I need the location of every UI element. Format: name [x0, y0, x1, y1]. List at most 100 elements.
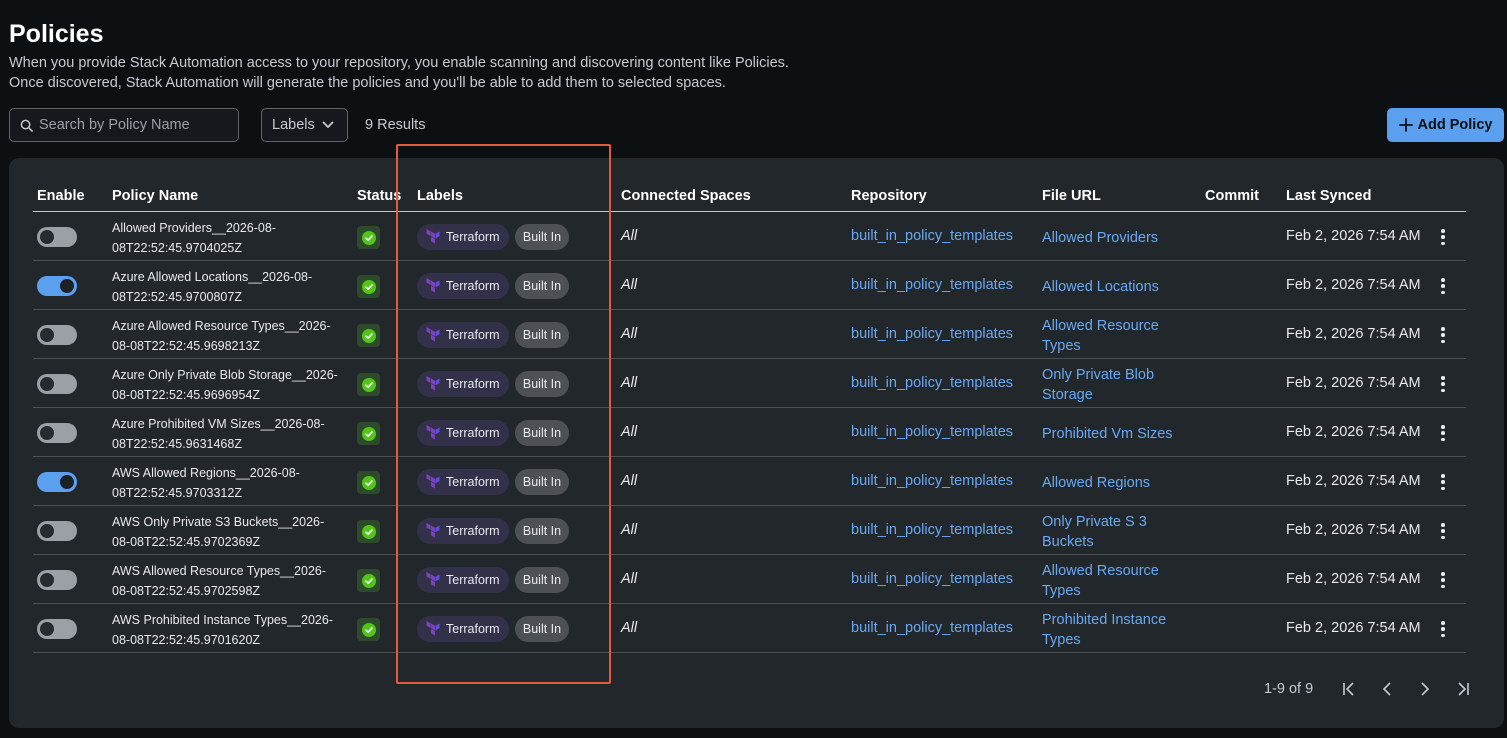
- search-icon: [20, 119, 33, 132]
- label-chip-text: Terraform: [446, 377, 500, 391]
- kebab-menu-icon[interactable]: [1438, 472, 1448, 492]
- label-chip-text: Built In: [522, 279, 562, 293]
- status-badge: [357, 226, 380, 249]
- toggle-knob: [40, 573, 54, 587]
- label-chip-terraform[interactable]: Terraform: [417, 224, 509, 250]
- file-url-line-1: Only Private S 3: [1042, 514, 1147, 530]
- policy-name-line-1: AWS Allowed Regions__2026-08-: [112, 466, 300, 480]
- label-chip-text: Built In: [522, 573, 562, 587]
- label-chip-terraform[interactable]: Terraform: [417, 420, 509, 446]
- label-chip-terraform[interactable]: Terraform: [417, 616, 509, 642]
- file-url-link[interactable]: Allowed Resource Types: [1042, 316, 1192, 356]
- label-chip-text: Terraform: [446, 426, 500, 440]
- label-chip-built-in[interactable]: Built In: [515, 469, 569, 495]
- kebab-menu-icon[interactable]: [1438, 570, 1448, 590]
- repository-link[interactable]: built_in_policy_templates: [851, 375, 1013, 391]
- label-chip-text: Built In: [522, 426, 562, 440]
- repository-link[interactable]: built_in_policy_templates: [851, 326, 1013, 342]
- file-url-line-2: Types: [1042, 338, 1081, 354]
- label-chip-built-in[interactable]: Built In: [515, 224, 569, 250]
- kebab-menu-icon[interactable]: [1438, 276, 1448, 296]
- file-url-link[interactable]: Prohibited Vm Sizes: [1042, 424, 1192, 444]
- kebab-menu-icon[interactable]: [1438, 619, 1448, 639]
- enable-toggle[interactable]: [37, 570, 77, 590]
- add-policy-button[interactable]: Add Policy: [1387, 108, 1504, 142]
- repository-link[interactable]: built_in_policy_templates: [851, 424, 1013, 440]
- enable-toggle[interactable]: [37, 374, 77, 394]
- search-input[interactable]: [39, 117, 229, 133]
- file-url-link[interactable]: Allowed Resource Types: [1042, 561, 1192, 601]
- file-url-link[interactable]: Allowed Locations: [1042, 277, 1192, 297]
- label-chip-terraform[interactable]: Terraform: [417, 518, 509, 544]
- policy-name-line-1: Azure Prohibited VM Sizes__2026-08-: [112, 417, 325, 431]
- policy-name-line-1: Azure Only Private Blob Storage__2026-: [112, 368, 338, 382]
- next-page-button[interactable]: [1415, 679, 1435, 699]
- kebab-menu-icon[interactable]: [1438, 325, 1448, 345]
- next-page-icon: [1421, 682, 1430, 696]
- enable-toggle[interactable]: [37, 276, 77, 296]
- kebab-menu-icon[interactable]: [1438, 227, 1448, 247]
- label-chip-built-in[interactable]: Built In: [515, 371, 569, 397]
- file-url-link[interactable]: Only Private S 3 Buckets: [1042, 512, 1192, 552]
- label-chip-terraform[interactable]: Terraform: [417, 273, 509, 299]
- policy-name-line-2: 08-08T22:52:45.9702369Z: [112, 535, 261, 549]
- search-box[interactable]: [9, 108, 239, 142]
- labels-filter-label: Labels: [272, 117, 315, 133]
- toggle-knob: [40, 377, 54, 391]
- kebab-menu-icon[interactable]: [1438, 374, 1448, 394]
- status-badge: [357, 569, 380, 592]
- terraform-icon: [426, 278, 440, 293]
- first-page-button[interactable]: [1339, 679, 1359, 699]
- labels-filter-dropdown[interactable]: Labels: [261, 108, 348, 142]
- col-repository[interactable]: Repository: [851, 188, 927, 204]
- terraform-icon: [426, 376, 440, 391]
- label-chip-terraform[interactable]: Terraform: [417, 567, 509, 593]
- kebab-menu-icon[interactable]: [1438, 423, 1448, 443]
- label-chip-text: Built In: [522, 475, 562, 489]
- label-chip-built-in[interactable]: Built In: [515, 322, 569, 348]
- prev-page-button[interactable]: [1377, 679, 1397, 699]
- col-enable[interactable]: Enable: [37, 188, 85, 204]
- col-policy-name[interactable]: Policy Name: [112, 188, 198, 204]
- policy-name-line-2: 08T22:52:45.9631468Z: [112, 437, 242, 451]
- col-connected-spaces[interactable]: Connected Spaces: [621, 188, 751, 204]
- label-chip-terraform[interactable]: Terraform: [417, 371, 509, 397]
- label-chip-built-in[interactable]: Built In: [515, 567, 569, 593]
- repository-link[interactable]: built_in_policy_templates: [851, 277, 1013, 293]
- enable-toggle[interactable]: [37, 472, 77, 492]
- last-page-button[interactable]: [1453, 679, 1473, 699]
- file-url-link[interactable]: Allowed Regions: [1042, 473, 1192, 493]
- enable-toggle[interactable]: [37, 325, 77, 345]
- label-chip-built-in[interactable]: Built In: [515, 616, 569, 642]
- enable-toggle[interactable]: [37, 521, 77, 541]
- toggle-knob: [60, 475, 74, 489]
- col-status[interactable]: Status: [357, 188, 401, 204]
- file-url-link[interactable]: Allowed Providers: [1042, 228, 1192, 248]
- check-circle-icon: [361, 328, 376, 343]
- label-chip-built-in[interactable]: Built In: [515, 273, 569, 299]
- prev-page-icon: [1382, 682, 1391, 696]
- enable-toggle[interactable]: [37, 619, 77, 639]
- kebab-menu-icon[interactable]: [1438, 521, 1448, 541]
- label-chip-built-in[interactable]: Built In: [515, 420, 569, 446]
- col-last-synced[interactable]: Last Synced: [1286, 188, 1371, 204]
- label-chip-terraform[interactable]: Terraform: [417, 322, 509, 348]
- col-commit[interactable]: Commit: [1205, 188, 1259, 204]
- label-chip-terraform[interactable]: Terraform: [417, 469, 509, 495]
- status-badge: [357, 275, 380, 298]
- terraform-icon: [426, 327, 440, 342]
- col-labels[interactable]: Labels: [417, 188, 463, 204]
- file-url-link[interactable]: Prohibited Instance Types: [1042, 610, 1192, 650]
- enable-toggle[interactable]: [37, 423, 77, 443]
- repository-link[interactable]: built_in_policy_templates: [851, 473, 1013, 489]
- label-chip-built-in[interactable]: Built In: [515, 518, 569, 544]
- enable-toggle[interactable]: [37, 227, 77, 247]
- toggle-knob: [40, 622, 54, 636]
- repository-link[interactable]: built_in_policy_templates: [851, 620, 1013, 636]
- repository-link[interactable]: built_in_policy_templates: [851, 522, 1013, 538]
- repository-link[interactable]: built_in_policy_templates: [851, 228, 1013, 244]
- file-url-link[interactable]: Only Private Blob Storage: [1042, 365, 1192, 405]
- repository-link[interactable]: built_in_policy_templates: [851, 571, 1013, 587]
- toggle-knob: [60, 279, 74, 293]
- col-file-url[interactable]: File URL: [1042, 188, 1101, 204]
